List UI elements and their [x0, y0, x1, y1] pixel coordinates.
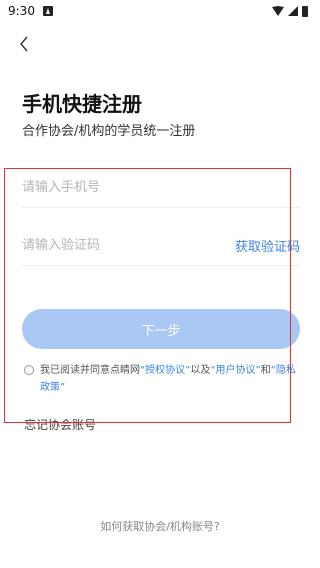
page-title: 手机快捷注册	[22, 92, 142, 116]
battery-icon	[302, 5, 308, 17]
status-left: 9:30	[8, 4, 53, 18]
signal-icon	[288, 6, 298, 16]
chevron-left-icon	[20, 36, 28, 52]
notification-icon	[42, 6, 53, 16]
page-subtitle: 合作协会/机构的学员统一注册	[22, 124, 196, 139]
back-button[interactable]	[14, 34, 34, 54]
status-bar: 9:30	[0, 0, 320, 22]
highlight-box	[4, 168, 291, 423]
how-to-get-account-link[interactable]: 如何获取协会/机构账号?	[0, 518, 320, 534]
status-time: 9:30	[8, 4, 35, 18]
registration-screen: 9:30 手机快捷注册 合作协会/机构的学员统一注册 获取验证码 下一步 我已阅…	[0, 0, 320, 568]
wifi-icon	[272, 6, 284, 16]
status-right	[272, 5, 308, 17]
